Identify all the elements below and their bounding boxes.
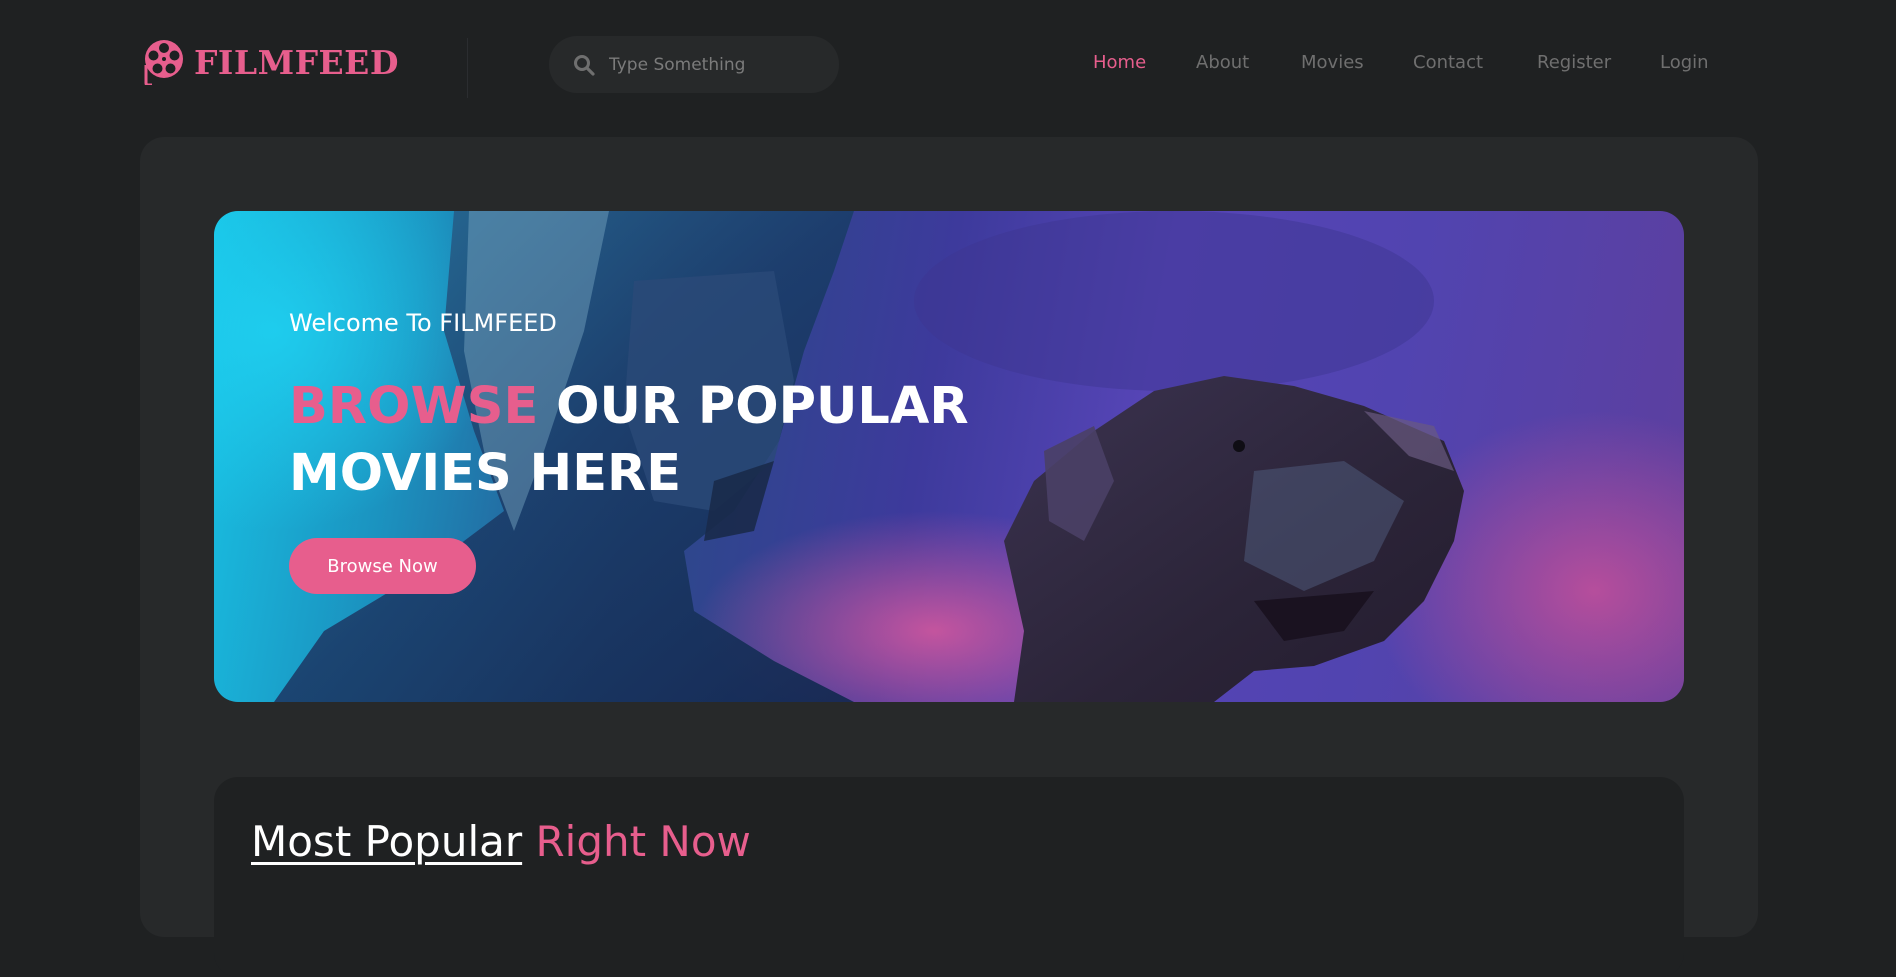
browse-now-button[interactable]: Browse Now [289,538,476,594]
site-header: FILMFEED Home About Movies Contact Regis… [0,0,1896,130]
most-popular-section: Most Popular Right Now [214,777,1684,977]
banner-heading: BROWSE OUR POPULAR MOVIES HERE [289,373,1049,507]
banner-heading-accent: BROWSE [289,377,539,436]
nav-login[interactable]: Login [1660,52,1709,73]
hero-banner: Welcome To FILMFEED BROWSE OUR POPULAR M… [214,211,1684,702]
section-title-main: Most Popular [251,817,523,866]
nav-register[interactable]: Register [1537,52,1611,73]
banner-subtitle: Welcome To FILMFEED [289,309,557,337]
section-title-accent: Right Now [522,817,751,866]
nav-contact[interactable]: Contact [1413,52,1483,73]
nav-home[interactable]: Home [1093,52,1146,73]
main-nav: Home About Movies Contact Register Login [0,52,1896,82]
nav-movies[interactable]: Movies [1301,52,1364,73]
nav-about[interactable]: About [1196,52,1249,73]
section-title: Most Popular Right Now [251,817,751,866]
